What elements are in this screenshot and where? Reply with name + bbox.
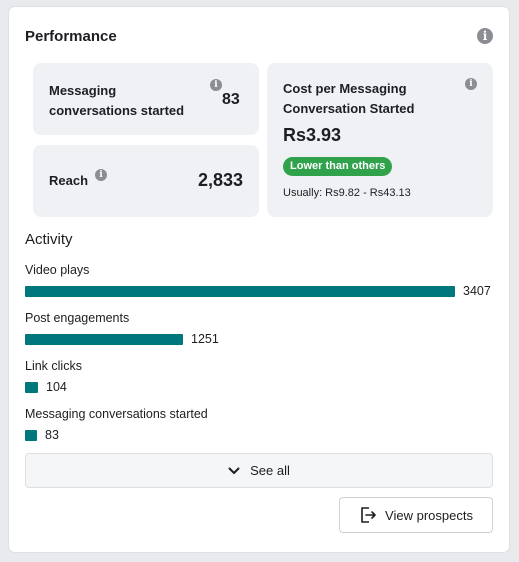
performance-card: Performance i Messaging conversations st… xyxy=(9,7,509,552)
messaging-conversations-value: 83 xyxy=(222,91,240,108)
see-all-label: See all xyxy=(250,463,290,478)
metric-bar xyxy=(25,430,37,441)
cost-per-conversation-tile: Cost per Messaging Conversation Started … xyxy=(267,63,493,217)
reach-value: 2,833 xyxy=(197,170,243,190)
messaging-conversations-tile: Messaging conversations started i 83 xyxy=(33,63,259,135)
metric-value: 83 xyxy=(45,428,59,442)
activity-metric: Video plays 3407 xyxy=(25,263,495,303)
metric-label: Messaging conversations started xyxy=(25,407,208,421)
performance-title: Performance xyxy=(25,28,117,45)
metric-bar-row: 3407 xyxy=(25,283,495,299)
view-prospects-button[interactable]: View prospects xyxy=(339,497,493,533)
view-prospects-label: View prospects xyxy=(385,507,473,523)
metric-bar-row: 104 xyxy=(25,379,495,395)
chevron-down-icon xyxy=(228,467,240,475)
info-icon[interactable]: i xyxy=(465,78,477,90)
cost-per-conversation-value: Rs3.93 xyxy=(283,125,342,145)
activity-metric: Link clicks 104 xyxy=(25,359,495,399)
metric-label: Link clicks xyxy=(25,359,82,373)
metric-value: 104 xyxy=(46,380,67,394)
metric-value: 1251 xyxy=(191,332,219,346)
messaging-conversations-label: Messaging conversations started xyxy=(49,83,185,118)
metric-value: 3407 xyxy=(463,284,491,298)
metric-label: Video plays xyxy=(25,263,90,277)
see-all-button[interactable]: See all xyxy=(25,453,493,488)
info-icon[interactable]: i xyxy=(210,79,222,91)
activity-title: Activity xyxy=(25,231,73,248)
reach-label: Reach xyxy=(49,173,89,188)
info-icon[interactable]: i xyxy=(477,28,493,44)
reach-tile: Reach i 2,833 xyxy=(33,145,259,217)
activity-metric: Post engagements 1251 xyxy=(25,311,495,351)
metric-label: Post engagements xyxy=(25,311,130,325)
comparison-badge: Lower than others xyxy=(283,157,393,176)
usual-cost-range: Usually: Rs9.82 - Rs43.13 xyxy=(283,187,411,199)
metric-bar xyxy=(25,382,38,393)
activity-metric: Messaging conversations started 83 xyxy=(25,407,495,447)
metric-bar-row: 83 xyxy=(25,427,495,443)
metric-bar xyxy=(25,286,455,297)
metric-bar-row: 1251 xyxy=(25,331,495,347)
info-icon[interactable]: i xyxy=(95,169,107,181)
metric-bar xyxy=(25,334,183,345)
cost-per-conversation-label: Cost per Messaging Conversation Started xyxy=(283,81,415,116)
exit-door-icon xyxy=(359,506,377,524)
